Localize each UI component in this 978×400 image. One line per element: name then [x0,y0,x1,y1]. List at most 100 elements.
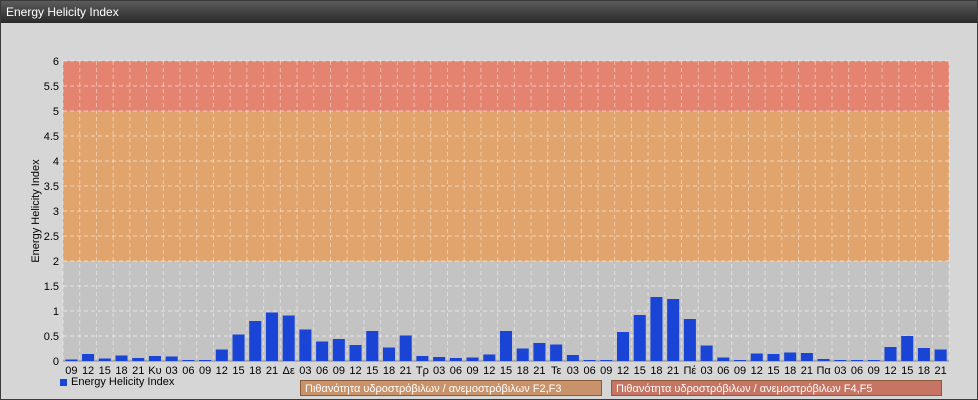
bar-32 [600,360,613,361]
x-tick-label: 12 [751,365,763,377]
window-title: Energy Helicity Index [1,1,977,23]
x-tick-label: 09 [600,365,612,377]
bar-28 [533,343,546,361]
legend: Energy Helicity Index [60,376,174,388]
bar-42 [767,354,780,361]
x-tick-label: 21 [400,365,412,377]
x-tick-label: Πα [816,365,831,377]
bar-29 [550,344,563,361]
bar-39 [717,357,730,361]
y-tick-label: 5.5 [44,81,59,93]
bar-13 [282,315,295,361]
bar-5 [148,356,161,361]
bar-16 [332,339,345,361]
x-tick-label: 12 [884,365,896,377]
bar-40 [734,360,747,361]
x-tick-label: 12 [349,365,361,377]
y-tick-label: 1.5 [44,281,59,293]
bar-25 [483,354,496,361]
bar-45 [817,359,830,361]
y-axis-label: Energy Helicity Index [30,159,42,263]
bar-37 [683,319,696,361]
x-tick-label: 21 [667,365,679,377]
x-tick-label: 09 [466,365,478,377]
x-tick-label: 21 [935,365,947,377]
x-tick-label: 18 [249,365,261,377]
x-tick-label: 06 [316,365,328,377]
y-tick-label: 3 [53,206,59,218]
bar-26 [499,331,513,361]
legend-swatch [60,378,67,386]
bar-46 [834,360,847,361]
y-tick-label: 5 [53,106,59,118]
bar-20 [399,335,412,361]
x-tick-label: 18 [784,365,796,377]
bar-7 [182,360,195,361]
bar-3 [115,355,128,361]
bar-4 [132,358,145,361]
x-tick-label: 15 [500,365,512,377]
bar-10 [232,334,245,361]
bar-14 [299,329,312,361]
y-tick-label: 2 [53,256,59,268]
x-tick-label: 15 [634,365,646,377]
x-tick-label: 12 [216,365,228,377]
x-tick-label: 06 [583,365,595,377]
x-tick-label: Πέ [683,365,696,377]
x-tick-label: 18 [918,365,930,377]
y-tick-label: 4 [53,156,59,168]
bar-38 [700,345,713,361]
y-tick-label: 3.5 [44,181,59,193]
y-tick-label: 4.5 [44,131,59,143]
bar-22 [433,357,446,361]
x-tick-label: 15 [901,365,913,377]
y-tick-label: 0.5 [44,331,59,343]
bar-27 [516,348,529,361]
bar-9 [215,349,228,361]
x-tick-label: 09 [734,365,746,377]
x-tick-label: 06 [717,365,729,377]
bar-12 [265,312,278,361]
zone-label-f2f3: Πιθανότητα υδροστρόβιλων / ανεμοστρόβιλω… [300,380,602,396]
x-tick-label: 18 [517,365,529,377]
bar-21 [416,356,429,361]
x-tick-label: 15 [366,365,378,377]
y-tick-label: 2.5 [44,231,59,243]
x-tick-label: 21 [533,365,545,377]
x-tick-label: 06 [182,365,194,377]
bar-47 [851,360,864,361]
x-tick-label: 06 [450,365,462,377]
bar-35 [650,297,663,361]
x-tick-label: 21 [266,365,278,377]
bar-50 [901,336,914,361]
x-tick-label: 21 [801,365,813,377]
bar-19 [382,347,395,361]
bar-51 [917,348,930,361]
x-tick-label: 03 [433,365,445,377]
x-tick-label: 09 [199,365,211,377]
x-tick-label: Τρ [416,365,429,377]
bar-24 [466,357,479,361]
bar-23 [449,358,462,361]
bar-36 [667,299,680,361]
legend-series-label: Energy Helicity Index [71,376,175,388]
bar-41 [750,353,763,361]
x-tick-label: 18 [383,365,395,377]
bar-2 [98,358,111,361]
x-tick-label: 18 [650,365,662,377]
bar-48 [867,360,880,361]
bar-18 [366,331,379,361]
ehi-chart: 00.511.522.533.544.555.56 09 12 15 18 21 Κυ 03… [30,56,950,377]
bar-44 [800,353,813,361]
bar-1 [82,354,95,361]
bar-17 [349,345,362,361]
bar-30 [566,355,579,361]
x-tick-label: Τε [551,365,562,377]
x-tick-label: 03 [567,365,579,377]
x-tick-label: 03 [700,365,712,377]
bar-43 [784,352,797,361]
bar-33 [617,332,630,361]
y-tick-label: 1 [53,306,59,318]
x-tick-label: 12 [483,365,495,377]
x-tick-label: 03 [299,365,311,377]
